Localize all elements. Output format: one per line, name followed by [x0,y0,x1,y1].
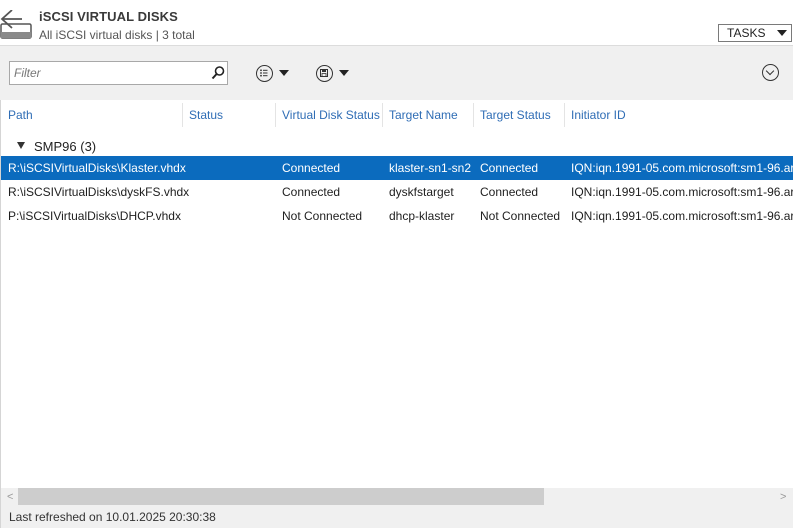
search-icon[interactable] [210,65,226,81]
toolbar [0,45,793,100]
cell-virtual-disk-status: Connected [282,161,341,175]
horizontal-scrollbar[interactable]: < > [0,488,793,505]
column-header-target-name[interactable]: Target Name [389,108,458,122]
group-label: SMP96 (3) [34,139,97,154]
column-header-initiator-id[interactable]: Initiator ID [571,108,626,122]
list-options-button[interactable] [256,63,289,83]
chevron-down-icon [339,70,349,76]
list-options-icon [256,64,273,82]
last-refreshed-text: Last refreshed on 10.01.2025 20:30:38 [9,510,216,524]
tasks-button[interactable]: TASKS [718,24,792,42]
status-bar: Last refreshed on 10.01.2025 20:30:38 [0,505,793,528]
cell-initiator-id: IQN:iqn.1991-05.com.microsoft:sm1-96.ard [571,161,793,175]
column-header-path[interactable]: Path [8,108,33,122]
table-header: Path Status Virtual Disk Status Target N… [1,100,793,130]
cell-target-name: dyskfstarget [389,185,454,199]
page-title: iSCSI VIRTUAL DISKS [39,9,178,24]
disk-icon [0,9,32,40]
scrollbar-thumb[interactable] [18,488,544,505]
tasks-label: TASKS [727,26,766,40]
chevron-down-icon [279,70,289,76]
cell-target-name: klaster-sn1-sn2 [389,161,472,175]
cell-virtual-disk-status: Connected [282,185,341,199]
column-header-virtual-disk-status[interactable]: Virtual Disk Status [282,108,380,122]
column-separator[interactable] [182,103,183,127]
cell-target-name: dhcp-klaster [389,209,455,223]
cell-target-status: Not Connected [480,209,561,223]
cell-path: R:\iSCSIVirtualDisks\Klaster.vhdx [8,161,186,175]
page-header: iSCSI VIRTUAL DISKS All iSCSI virtual di… [0,0,793,45]
cell-target-status: Connected [480,185,539,199]
cell-initiator-id: IQN:iqn.1991-05.com.microsoft:sm1-96.ard [571,185,793,199]
table-row[interactable]: R:\iSCSIVirtualDisks\Klaster.vhdx Connec… [1,156,793,180]
save-icon [316,64,333,82]
cell-virtual-disk-status: Not Connected [282,209,363,223]
column-separator[interactable] [473,103,474,127]
cell-path: R:\iSCSIVirtualDisks\dyskFS.vhdx [8,185,190,199]
save-button[interactable] [316,63,349,83]
table-row[interactable]: P:\iSCSIVirtualDisks\DHCP.vhdx Not Conne… [1,204,793,228]
column-header-status[interactable]: Status [189,108,223,122]
chevron-down-icon [777,30,787,36]
filter-input[interactable] [10,62,205,84]
scroll-left-arrow-icon[interactable]: < [7,491,13,503]
disks-table: Path Status Virtual Disk Status Target N… [0,100,793,488]
collapse-triangle-icon[interactable] [17,142,25,149]
column-separator[interactable] [382,103,383,127]
column-separator[interactable] [275,103,276,127]
scroll-right-arrow-icon[interactable]: > [780,491,786,503]
cell-initiator-id: IQN:iqn.1991-05.com.microsoft:sm1-96.ard [571,209,793,223]
cell-target-status: Connected [480,161,539,175]
table-row[interactable]: R:\iSCSIVirtualDisks\dyskFS.vhdx Connect… [1,180,793,204]
page-subtitle: All iSCSI virtual disks | 3 total [39,28,195,42]
collapse-icon[interactable] [762,64,779,81]
column-header-target-status[interactable]: Target Status [480,108,551,122]
column-separator[interactable] [564,103,565,127]
cell-path: P:\iSCSIVirtualDisks\DHCP.vhdx [8,209,181,223]
filter-box [9,61,228,85]
